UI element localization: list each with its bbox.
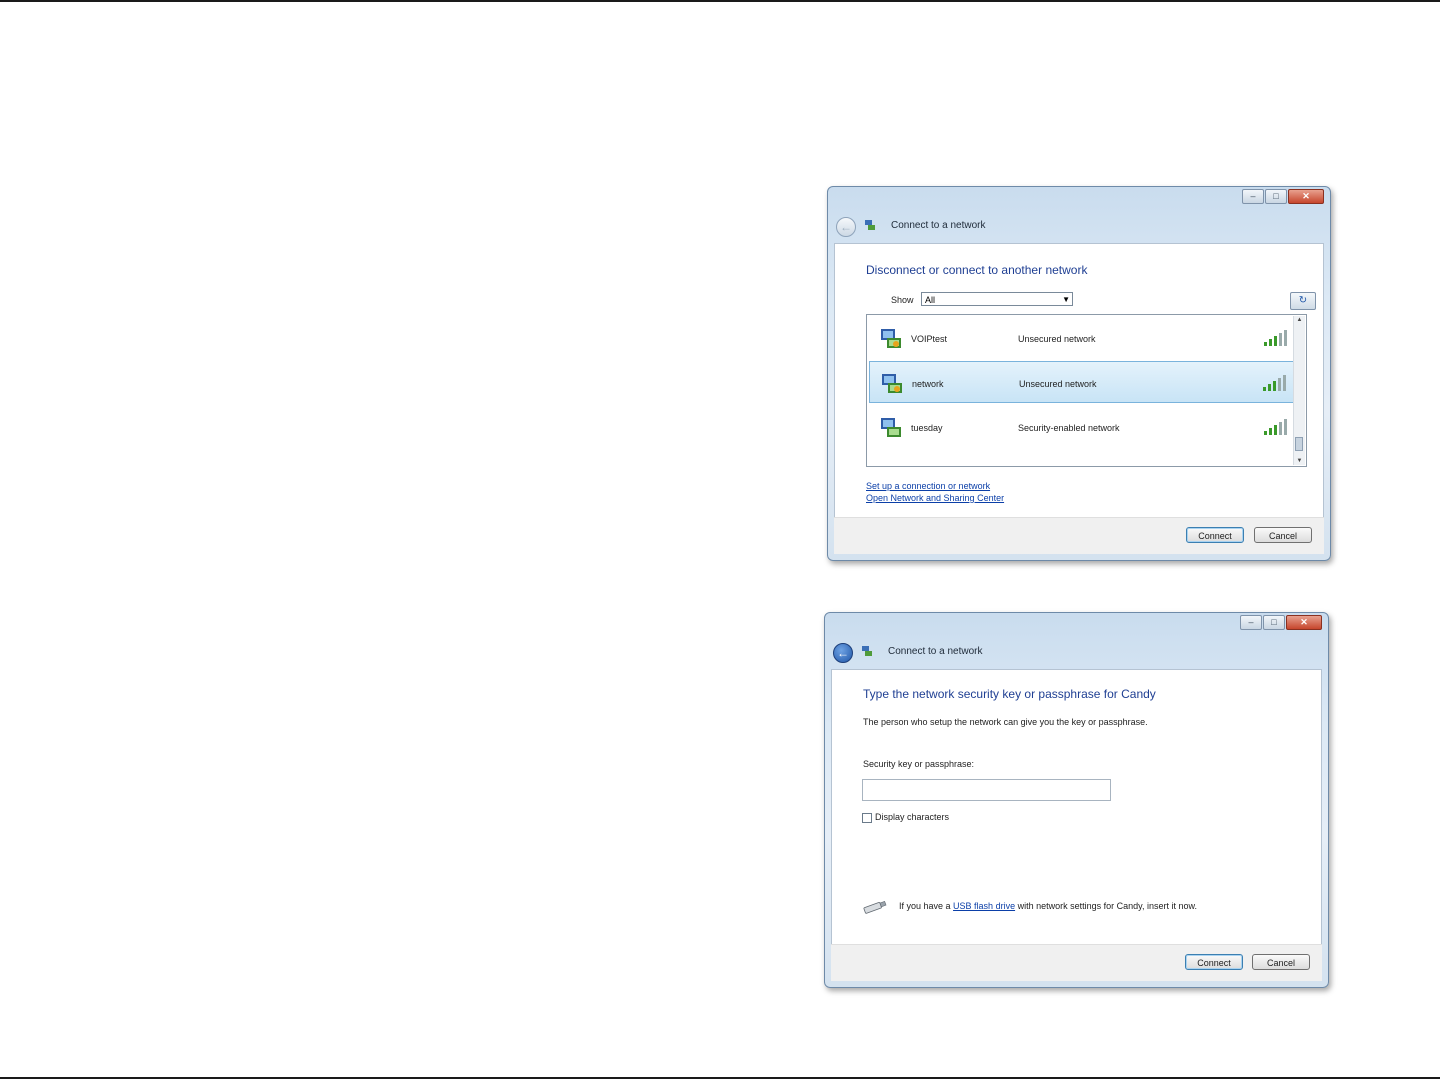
network-row[interactable]: tuesday Security-enabled network (869, 406, 1295, 448)
caption-buttons: – □ ✕ (1240, 615, 1322, 630)
setup-connection-link[interactable]: Set up a connection or network (866, 481, 990, 491)
window-title: Connect to a network (891, 220, 986, 231)
close-button[interactable]: ✕ (1286, 615, 1322, 630)
connect-button[interactable]: Connect (1186, 527, 1244, 543)
security-key-input[interactable] (862, 779, 1111, 801)
refresh-button[interactable]: ↻ (1290, 292, 1316, 310)
maximize-button[interactable]: □ (1265, 189, 1287, 204)
usb-hint-prefix: If you have a (899, 901, 954, 911)
connect-button[interactable]: Connect (1185, 954, 1243, 970)
show-label: Show (891, 295, 914, 305)
signal-strength-icon (1264, 330, 1287, 346)
usb-flash-drive-link[interactable]: USB flash drive (953, 901, 1015, 911)
network-app-icon (862, 646, 872, 656)
network-name: network (912, 379, 944, 389)
close-button[interactable]: ✕ (1288, 189, 1324, 204)
network-list: VOIPtest Unsecured network network Unsec… (866, 314, 1307, 467)
connect-network-window: – □ ✕ ← Connect to a network Disconnect … (827, 186, 1331, 561)
network-app-icon (865, 220, 875, 230)
wireless-network-icon (881, 418, 901, 437)
network-list-scrollbar[interactable]: ▲ ▼ (1293, 316, 1305, 465)
network-name: tuesday (911, 423, 943, 433)
network-row-selected[interactable]: network Unsecured network (869, 361, 1295, 403)
window-footer: Connect Cancel (831, 944, 1322, 981)
page-heading: Type the network security key or passphr… (863, 687, 1156, 701)
usb-hint: If you have a USB flash drive with netwo… (899, 901, 1197, 911)
refresh-icon: ↻ (1298, 295, 1308, 306)
bottom-rule (0, 1077, 1440, 1079)
cancel-button[interactable]: Cancel (1252, 954, 1310, 970)
window-content: Disconnect or connect to another network… (834, 243, 1324, 518)
wireless-network-icon (882, 374, 902, 393)
network-sharing-center-link[interactable]: Open Network and Sharing Center (866, 493, 1004, 503)
signal-strength-icon (1263, 375, 1286, 391)
scroll-down-icon[interactable]: ▼ (1294, 458, 1305, 464)
show-dropdown[interactable]: All ▼ (921, 292, 1073, 306)
network-name: VOIPtest (911, 334, 948, 344)
page-heading: Disconnect or connect to another network (866, 263, 1088, 277)
usb-drive-icon (863, 900, 887, 914)
network-security: Unsecured network (1018, 334, 1096, 344)
security-key-label: Security key or passphrase: (863, 759, 975, 769)
minimize-button[interactable]: – (1242, 189, 1264, 204)
description-text: The person who setup the network can giv… (863, 717, 1148, 727)
network-row[interactable]: VOIPtest Unsecured network (869, 317, 1295, 359)
minimize-button[interactable]: – (1240, 615, 1262, 630)
window-title: Connect to a network (888, 646, 983, 657)
usb-hint-suffix: with network settings for Candy, insert … (1015, 901, 1197, 911)
window-footer: Connect Cancel (834, 517, 1324, 554)
wireless-network-icon (881, 329, 901, 348)
maximize-button[interactable]: □ (1263, 615, 1285, 630)
cancel-button[interactable]: Cancel (1254, 527, 1312, 543)
caption-buttons: – □ ✕ (1242, 189, 1324, 204)
security-key-window: – □ ✕ ← Connect to a network Type the ne… (824, 612, 1329, 988)
window-content: Type the network security key or passphr… (831, 669, 1322, 945)
scroll-up-icon[interactable]: ▲ (1294, 317, 1305, 323)
scrollbar-thumb[interactable] (1295, 437, 1303, 451)
display-characters-label: Display characters (875, 812, 950, 822)
show-dropdown-value: All (925, 295, 936, 305)
signal-strength-icon (1264, 419, 1287, 435)
back-button[interactable]: ← (836, 217, 856, 237)
top-rule (0, 0, 1440, 2)
chevron-down-icon: ▼ (1062, 295, 1070, 304)
back-button[interactable]: ← (833, 643, 853, 663)
network-security: Security-enabled network (1018, 423, 1120, 433)
network-security: Unsecured network (1019, 379, 1097, 389)
display-characters-checkbox[interactable] (862, 813, 872, 823)
